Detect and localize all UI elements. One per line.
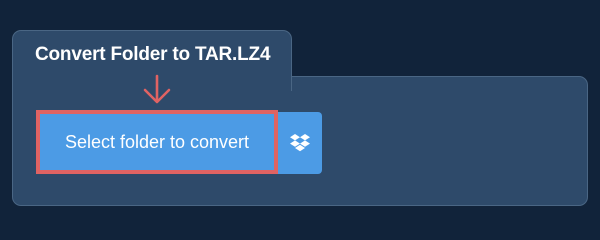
select-folder-button[interactable]: Select folder to convert bbox=[36, 110, 278, 174]
dropbox-button[interactable] bbox=[278, 112, 322, 174]
dropbox-icon bbox=[290, 134, 310, 152]
select-folder-label: Select folder to convert bbox=[64, 131, 250, 152]
arrow-down-icon bbox=[143, 74, 171, 104]
card-title: Convert Folder to TAR.LZ4 bbox=[35, 44, 271, 65]
